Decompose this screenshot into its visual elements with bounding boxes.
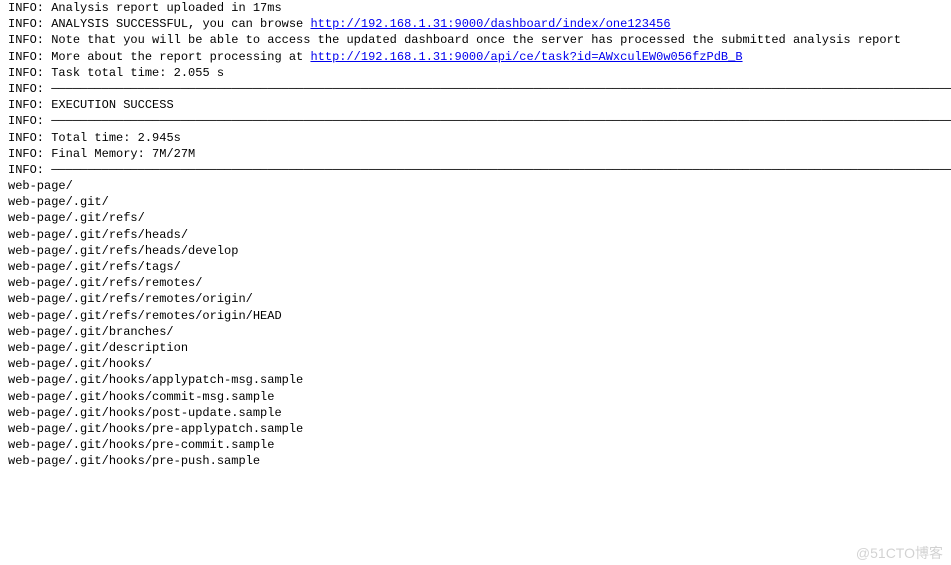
log-prefix: INFO: — [8, 1, 51, 15]
log-line-rule: INFO: ──────────────────────────────────… — [8, 162, 951, 178]
path-line: web-page/.git/ — [8, 194, 951, 210]
path-line: web-page/.git/refs/heads/ — [8, 227, 951, 243]
log-prefix: INFO: — [8, 66, 51, 80]
log-prefix: INFO: — [8, 131, 51, 145]
hrule: ────────────────────────────────────────… — [51, 82, 951, 96]
path-line: web-page/.git/branches/ — [8, 324, 951, 340]
path-line: web-page/.git/description — [8, 340, 951, 356]
log-line: INFO: ANALYSIS SUCCESSFUL, you can brows… — [8, 16, 951, 32]
log-line: INFO: Analysis report uploaded in 17ms — [8, 0, 951, 16]
path-line: web-page/.git/hooks/pre-commit.sample — [8, 437, 951, 453]
log-text: Total time: 2.945s — [51, 131, 181, 145]
log-line: INFO: Note that you will be able to acce… — [8, 32, 951, 48]
hrule: ────────────────────────────────────────… — [51, 114, 951, 128]
task-link[interactable]: http://192.168.1.31:9000/api/ce/task?id=… — [310, 50, 742, 64]
log-prefix: INFO: — [8, 147, 51, 161]
log-text: EXECUTION SUCCESS — [51, 98, 173, 112]
log-text: ANALYSIS SUCCESSFUL, you can browse — [51, 17, 310, 31]
path-line: web-page/.git/refs/ — [8, 210, 951, 226]
path-line: web-page/.git/hooks/applypatch-msg.sampl… — [8, 372, 951, 388]
log-text: Note that you will be able to access the… — [51, 33, 901, 47]
log-line-rule: INFO: ──────────────────────────────────… — [8, 81, 951, 97]
log-prefix: INFO: — [8, 82, 51, 96]
path-line: web-page/.git/hooks/ — [8, 356, 951, 372]
hrule: ────────────────────────────────────────… — [51, 163, 951, 177]
path-line: web-page/ — [8, 178, 951, 194]
log-text: Final Memory: 7M/27M — [51, 147, 195, 161]
log-text: Analysis report uploaded in 17ms — [51, 1, 281, 15]
log-prefix: INFO: — [8, 98, 51, 112]
path-line: web-page/.git/refs/remotes/origin/ — [8, 291, 951, 307]
log-text: Task total time: 2.055 s — [51, 66, 224, 80]
log-line-rule: INFO: ──────────────────────────────────… — [8, 113, 951, 129]
log-line: INFO: Total time: 2.945s — [8, 130, 951, 146]
watermark: @51CTO博客 — [856, 544, 943, 563]
path-line: web-page/.git/hooks/commit-msg.sample — [8, 389, 951, 405]
log-line: INFO: Final Memory: 7M/27M — [8, 146, 951, 162]
log-prefix: INFO: — [8, 114, 51, 128]
console-log: INFO: Analysis report uploaded in 17ms I… — [0, 0, 951, 469]
dashboard-link[interactable]: http://192.168.1.31:9000/dashboard/index… — [310, 17, 670, 31]
path-line: web-page/.git/refs/tags/ — [8, 259, 951, 275]
log-text: More about the report processing at — [51, 50, 310, 64]
log-prefix: INFO: — [8, 50, 51, 64]
log-prefix: INFO: — [8, 33, 51, 47]
path-line: web-page/.git/refs/heads/develop — [8, 243, 951, 259]
path-line: web-page/.git/refs/remotes/origin/HEAD — [8, 308, 951, 324]
path-line: web-page/.git/refs/remotes/ — [8, 275, 951, 291]
path-line: web-page/.git/hooks/pre-applypatch.sampl… — [8, 421, 951, 437]
path-line: web-page/.git/hooks/pre-push.sample — [8, 453, 951, 469]
log-prefix: INFO: — [8, 163, 51, 177]
log-line: INFO: EXECUTION SUCCESS — [8, 97, 951, 113]
log-line: INFO: Task total time: 2.055 s — [8, 65, 951, 81]
log-line: INFO: More about the report processing a… — [8, 49, 951, 65]
log-prefix: INFO: — [8, 17, 51, 31]
path-line: web-page/.git/hooks/post-update.sample — [8, 405, 951, 421]
